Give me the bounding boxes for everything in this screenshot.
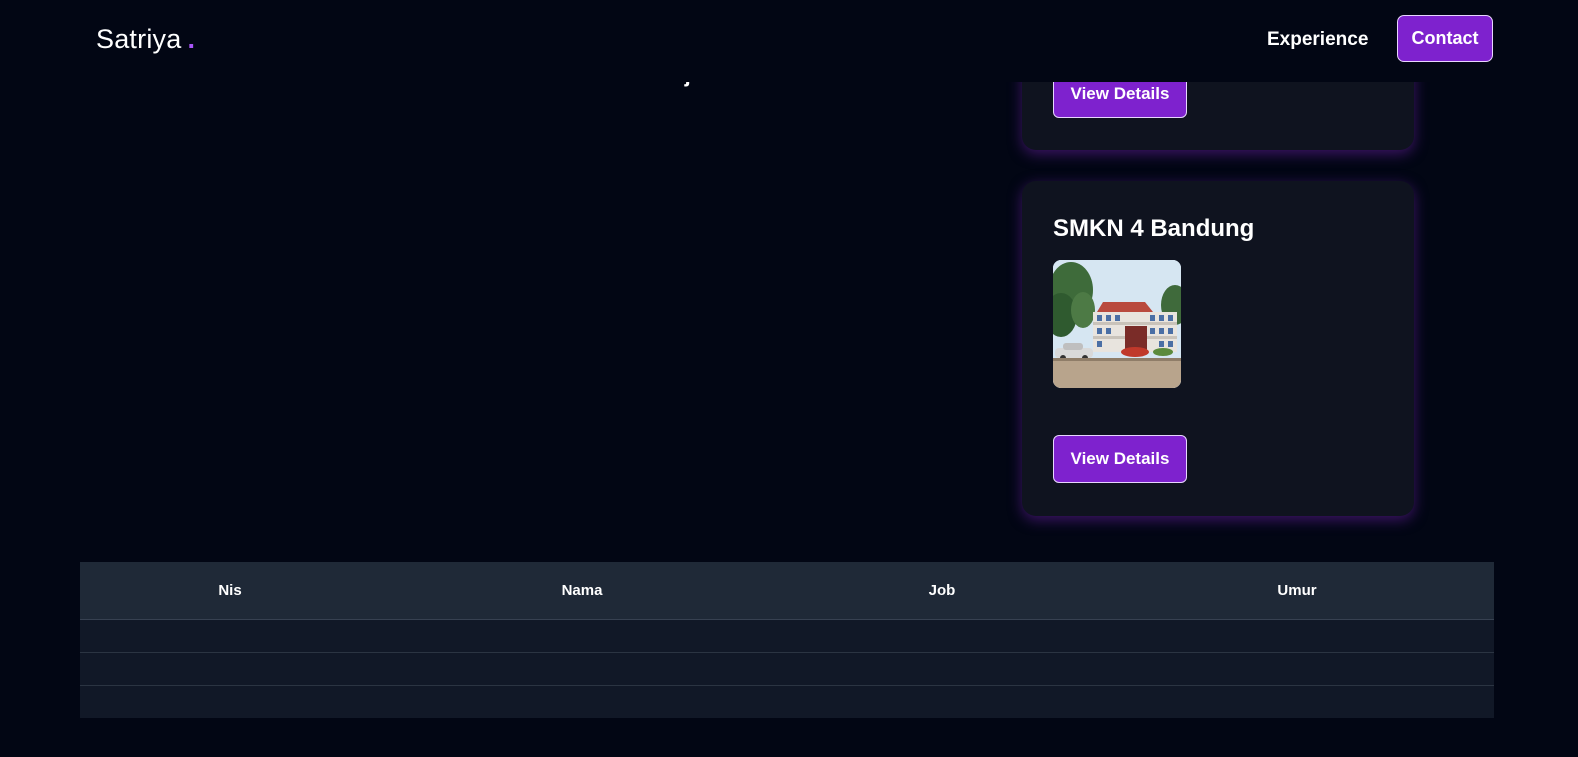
page: Java Vue.js View Details SMKN 4 Bandung — [0, 0, 1578, 757]
table-cell — [80, 652, 380, 686]
table-cell — [1100, 652, 1494, 686]
table-cell — [80, 685, 380, 718]
table-row — [80, 619, 1494, 653]
experience-card-smkn4: SMKN 4 Bandung View Details — [1022, 181, 1414, 516]
table-cell — [784, 652, 1100, 686]
table-cell — [380, 685, 784, 718]
table-cell — [380, 652, 784, 686]
nav-link-experience[interactable]: Experience — [1267, 29, 1368, 51]
column-header-job: Job — [784, 562, 1100, 620]
column-header-umur: Umur — [1100, 562, 1494, 620]
table-cell — [1100, 619, 1494, 653]
data-table: Nis Nama Job Umur — [80, 562, 1494, 718]
contact-button[interactable]: Contact — [1397, 15, 1493, 62]
column-header-nama: Nama — [380, 562, 784, 620]
navbar: Satriya. Experience Contact — [0, 0, 1578, 82]
table-cell — [784, 685, 1100, 718]
logo[interactable]: Satriya. — [96, 24, 195, 55]
table-row — [80, 685, 1494, 718]
view-details-button[interactable]: View Details — [1053, 435, 1187, 483]
table-cell — [380, 619, 784, 653]
card-title: SMKN 4 Bandung — [1053, 215, 1255, 242]
table-row — [80, 652, 1494, 686]
table-cell — [80, 619, 380, 653]
table-header-row: Nis Nama Job Umur — [80, 562, 1494, 620]
logo-text: Satriya — [96, 24, 182, 54]
school-building-photo — [1053, 260, 1181, 388]
logo-dot: . — [187, 24, 196, 54]
table-cell — [1100, 685, 1494, 718]
table-cell — [784, 619, 1100, 653]
column-header-nis: Nis — [80, 562, 380, 620]
